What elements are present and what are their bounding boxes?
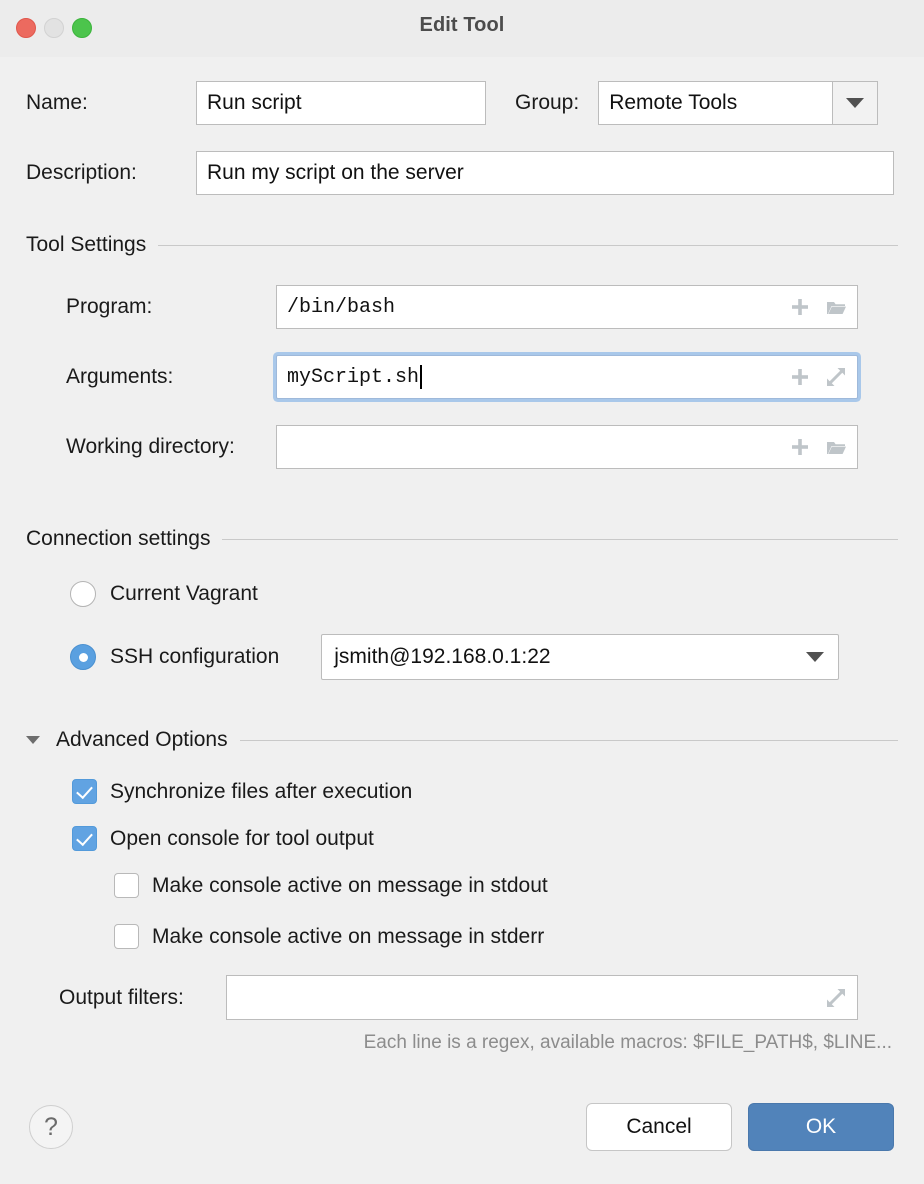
plus-icon[interactable] (789, 436, 811, 458)
group-combobox[interactable]: Remote Tools (598, 81, 878, 125)
working-directory-row: Working directory: (26, 425, 898, 469)
checkbox-open-console-label: Open console for tool output (110, 827, 374, 851)
working-directory-field-icons (789, 426, 847, 468)
checkbox-synchronize-files[interactable]: Synchronize files after execution (26, 779, 898, 804)
advanced-options-header[interactable]: Advanced Options (26, 728, 898, 752)
working-directory-label: Working directory: (26, 435, 276, 459)
ssh-configuration-dropdown[interactable]: jsmith@192.168.0.1:22 (321, 634, 839, 680)
name-input-value: Run script (207, 91, 302, 115)
output-filters-input[interactable] (226, 975, 858, 1020)
folder-icon[interactable] (825, 436, 847, 458)
radio-button-selected[interactable] (70, 644, 96, 670)
text-caret (420, 365, 422, 389)
checkbox-checked[interactable] (72, 826, 97, 851)
ok-button[interactable]: OK (748, 1103, 894, 1151)
footer-buttons: Cancel OK (586, 1103, 894, 1151)
program-input-value: /bin/bash (287, 296, 395, 319)
program-field-icons (789, 286, 847, 328)
description-input-value: Run my script on the server (207, 161, 464, 185)
checkbox-console-active-stdout[interactable]: Make console active on message in stdout (26, 873, 898, 898)
checkbox-console-active-stderr-label: Make console active on message in stderr (152, 925, 544, 949)
group-dropdown-button[interactable] (832, 81, 878, 125)
program-input[interactable]: /bin/bash (276, 285, 858, 329)
radio-current-vagrant[interactable]: Current Vagrant (26, 581, 898, 607)
advanced-options-title: Advanced Options (56, 728, 228, 752)
checkbox-checked[interactable] (72, 779, 97, 804)
arguments-row: Arguments: myScript.sh (26, 355, 898, 399)
ssh-configuration-value: jsmith@192.168.0.1:22 (334, 645, 550, 669)
arguments-field-icons (789, 356, 847, 398)
triangle-down-icon[interactable] (26, 736, 40, 744)
checkbox-open-console[interactable]: Open console for tool output (26, 826, 898, 851)
arguments-input-value: myScript.sh (287, 366, 419, 389)
description-label: Description: (26, 161, 196, 185)
program-row: Program: /bin/bash (26, 285, 898, 329)
name-label: Name: (26, 91, 196, 115)
help-button[interactable]: ? (29, 1105, 73, 1149)
radio-ssh-configuration[interactable]: SSH configuration jsmith@192.168.0.1:22 (26, 634, 898, 680)
name-input[interactable]: Run script (196, 81, 486, 125)
checkbox-synchronize-files-label: Synchronize files after execution (110, 780, 412, 804)
output-filters-hint: Each line is a regex, available macros: … (364, 1032, 892, 1054)
section-divider (240, 740, 898, 741)
group-label: Group: (515, 91, 579, 115)
cancel-button[interactable]: Cancel (586, 1103, 732, 1151)
ssh-dropdown-arrow[interactable] (806, 635, 824, 679)
group-combobox-value[interactable]: Remote Tools (598, 81, 832, 125)
output-filters-row: Output filters: (26, 975, 898, 1020)
radio-current-vagrant-label: Current Vagrant (110, 582, 258, 606)
tool-settings-header: Tool Settings (26, 233, 898, 257)
chevron-down-icon (806, 652, 824, 662)
chevron-down-icon (846, 98, 864, 108)
checkbox-unchecked[interactable] (114, 924, 139, 949)
description-input[interactable]: Run my script on the server (196, 151, 894, 195)
plus-icon[interactable] (789, 296, 811, 318)
connection-settings-header: Connection settings (26, 527, 898, 551)
working-directory-input[interactable] (276, 425, 858, 469)
tool-settings-title: Tool Settings (26, 233, 146, 257)
program-label: Program: (26, 295, 276, 319)
checkbox-console-active-stderr[interactable]: Make console active on message in stderr (26, 924, 898, 949)
window-titlebar: Edit Tool (0, 0, 924, 57)
output-filters-field-icons (825, 976, 847, 1019)
checkbox-console-active-stdout-label: Make console active on message in stdout (152, 874, 548, 898)
expand-icon[interactable] (825, 987, 847, 1009)
dialog-footer: ? Cancel OK (0, 1092, 924, 1184)
connection-settings-title: Connection settings (26, 527, 210, 551)
name-row: Name: Run script Group: Remote Tools (26, 81, 898, 125)
output-filters-label: Output filters: (26, 986, 226, 1010)
folder-icon[interactable] (825, 296, 847, 318)
plus-icon[interactable] (789, 366, 811, 388)
section-divider (222, 539, 898, 540)
output-filters-hint-wrap: Each line is a regex, available macros: … (26, 1032, 898, 1054)
edit-tool-dialog: Edit Tool Name: Run script Group: Remote… (0, 0, 924, 1184)
description-row: Description: Run my script on the server (26, 151, 898, 195)
expand-icon[interactable] (825, 366, 847, 388)
section-divider (158, 245, 898, 246)
radio-button-unselected[interactable] (70, 581, 96, 607)
checkbox-unchecked[interactable] (114, 873, 139, 898)
radio-ssh-configuration-label: SSH configuration (110, 645, 279, 669)
arguments-input[interactable]: myScript.sh (276, 355, 858, 399)
window-title: Edit Tool (0, 14, 924, 37)
arguments-label: Arguments: (26, 365, 276, 389)
